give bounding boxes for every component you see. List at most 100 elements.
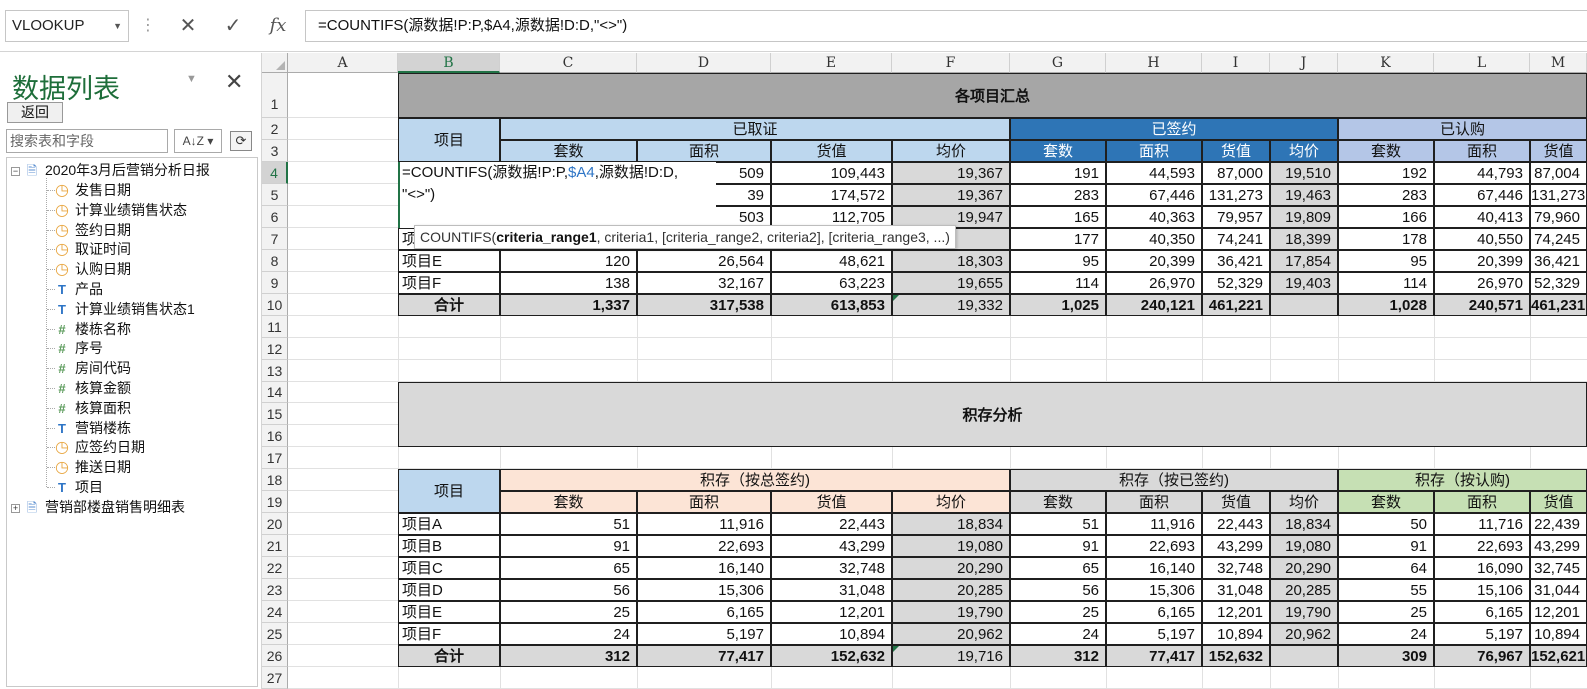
value-cell[interactable]: 11,916 [1106,513,1202,535]
row-header-10[interactable]: 10 [262,294,288,316]
value-cell[interactable]: 15,106 [1434,579,1530,601]
tree-root-item[interactable]: + 🗎 营销部楼盘销售明细表 [11,497,185,517]
row-header-5[interactable]: 5 [262,184,288,206]
back-button[interactable]: 返回 [7,102,63,123]
sub-header[interactable]: 套数 [1338,491,1434,513]
value-cell[interactable]: 5,197 [1434,623,1530,645]
value-cell[interactable]: 32,745 [1530,557,1587,579]
chevron-down-icon[interactable]: ▼ [113,11,122,41]
expand-icon[interactable]: + [11,503,20,513]
field-item[interactable]: # 核算金额 [53,378,131,398]
value-cell[interactable]: 20,290 [892,557,1010,579]
in-cell-editor[interactable]: =COUNTIFS(源数据!P:P,$A4,源数据!D:D, "<>") [398,162,716,228]
value-cell[interactable]: 166 [1338,206,1434,228]
value-cell[interactable]: 12,201 [1202,601,1270,623]
field-item[interactable]: T 项目 [53,477,103,497]
value-cell[interactable]: 120 [500,250,637,272]
sub-header[interactable]: 均价 [892,140,1010,162]
sub-header[interactable]: 货值 [771,491,892,513]
value-cell[interactable]: 10,894 [1202,623,1270,645]
value-cell[interactable]: 131,273 [1530,184,1587,206]
sub-header[interactable]: 货值 [1202,140,1270,162]
value-cell[interactable]: 6,165 [1106,601,1202,623]
row-header-19[interactable]: 19 [262,491,288,513]
value-cell[interactable]: 16,140 [1106,557,1202,579]
row-header-13[interactable]: 13 [262,360,288,382]
row-header-18[interactable]: 18 [262,469,288,491]
tree-root-item[interactable]: − 🗎 2020年3月后营销分析日报 [11,160,210,180]
total-cell[interactable]: 152,632 [1202,645,1270,667]
total-cell[interactable]: 1,025 [1010,294,1106,316]
value-cell[interactable]: 16,090 [1434,557,1530,579]
value-cell[interactable]: 20,399 [1434,250,1530,272]
column-header-b[interactable]: B [398,53,500,73]
value-cell[interactable]: 5,197 [637,623,771,645]
row-header-1[interactable]: 1 [262,73,288,118]
error-indicator-icon[interactable] [893,646,899,652]
value-cell[interactable]: 87,000 [1202,162,1270,184]
row-header-23[interactable]: 23 [262,579,288,601]
collapse-icon[interactable]: − [11,166,20,176]
field-item[interactable]: # 序号 [53,338,103,358]
value-cell[interactable]: 131,273 [1202,184,1270,206]
column-header-e[interactable]: E [771,53,892,73]
total-cell[interactable]: 77,417 [1106,645,1202,667]
total-cell[interactable]: 240,121 [1106,294,1202,316]
value-cell[interactable]: 17,854 [1270,250,1338,272]
sub-header[interactable]: 套数 [1010,491,1106,513]
total-cell[interactable]: 19,332 [892,294,1010,316]
column-header-g[interactable]: G [1010,53,1106,73]
value-cell[interactable]: 95 [1010,250,1106,272]
value-cell[interactable]: 40,363 [1106,206,1202,228]
total-cell[interactable]: 309 [1338,645,1434,667]
value-cell[interactable]: 32,748 [771,557,892,579]
value-cell[interactable]: 19,367 [892,184,1010,206]
total-cell[interactable]: 240,571 [1434,294,1530,316]
sub-header[interactable]: 均价 [892,491,1010,513]
value-cell[interactable]: 63,223 [771,272,892,294]
sub-header[interactable]: 面积 [1434,140,1530,162]
group-header-obtained[interactable]: 已取证 [500,118,1010,140]
field-item[interactable]: # 房间代码 [53,358,131,378]
select-all-corner[interactable] [262,53,288,73]
sub-header[interactable]: 面积 [1106,140,1202,162]
total-cell[interactable]: 461,221 [1202,294,1270,316]
row-header-24[interactable]: 24 [262,601,288,623]
value-cell[interactable]: 24 [500,623,637,645]
column-header-a[interactable]: A [288,53,398,73]
sub-header[interactable]: 套数 [1010,140,1106,162]
sub-header[interactable]: 面积 [1434,491,1530,513]
value-cell[interactable]: 87,004 [1530,162,1587,184]
value-cell[interactable]: 52,329 [1202,272,1270,294]
value-cell[interactable]: 19,463 [1270,184,1338,206]
group-header-subscribed[interactable]: 已认购 [1338,118,1587,140]
refresh-icon[interactable]: ⟳ [230,131,252,151]
row-header-4[interactable]: 4 [262,162,288,184]
row-header-12[interactable]: 12 [262,338,288,360]
sort-button[interactable]: A↓Z ▾ [174,129,222,153]
total-cell[interactable]: 1,337 [500,294,637,316]
sub-header[interactable]: 套数 [500,491,637,513]
value-cell[interactable]: 65 [500,557,637,579]
value-cell[interactable]: 51 [1010,513,1106,535]
value-cell[interactable]: 22,693 [1434,535,1530,557]
search-input[interactable]: 搜索表和字段 [6,129,168,153]
project-name-cell[interactable]: 项目D [398,579,500,601]
value-cell[interactable]: 91 [1010,535,1106,557]
field-item[interactable]: ◷ 发售日期 [53,180,131,200]
enter-icon[interactable]: ✓ [213,10,253,42]
value-cell[interactable]: 283 [1010,184,1106,206]
value-cell[interactable]: 12,201 [1530,601,1587,623]
value-cell[interactable]: 19,510 [1270,162,1338,184]
value-cell[interactable]: 20,285 [892,579,1010,601]
value-cell[interactable]: 26,970 [1106,272,1202,294]
field-item[interactable]: # 楼栋名称 [53,319,131,339]
value-cell[interactable]: 114 [1338,272,1434,294]
row-header-6[interactable]: 6 [262,206,288,228]
field-item[interactable]: ◷ 认购日期 [53,259,131,279]
group-header-signed[interactable]: 已签约 [1010,118,1338,140]
value-cell[interactable]: 11,716 [1434,513,1530,535]
value-cell[interactable]: 95 [1338,250,1434,272]
field-item[interactable]: T 产品 [53,279,103,299]
value-cell[interactable]: 20,399 [1106,250,1202,272]
